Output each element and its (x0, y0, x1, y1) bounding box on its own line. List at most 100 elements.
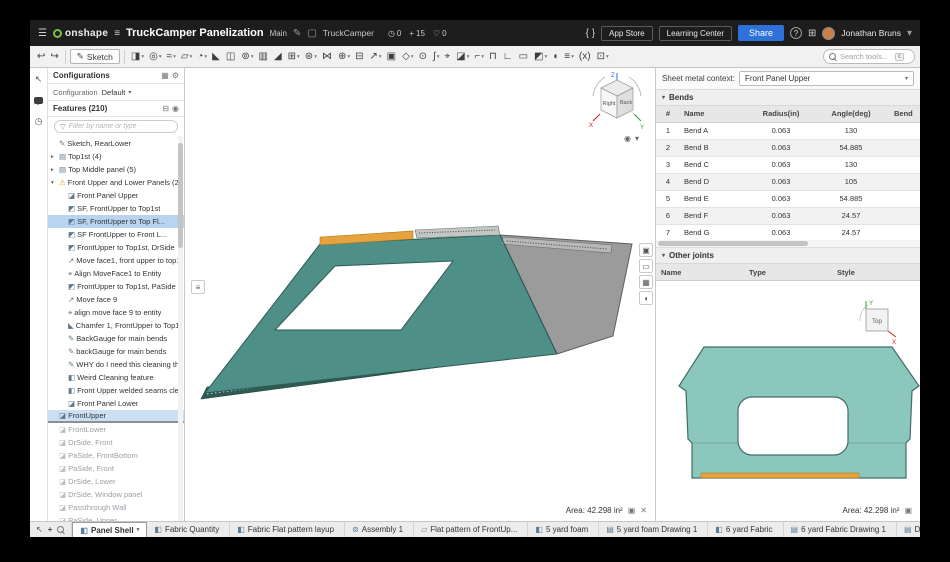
tool-button[interactable]: ⊛▾ (303, 51, 319, 63)
bend-angle[interactable]: 54.885 (812, 194, 890, 203)
document-tab[interactable]: ▤ Drawing 1 (897, 522, 920, 537)
apps-grid-icon[interactable]: ⊞ (808, 28, 816, 39)
configurations-gear-icon[interactable]: ⚙ (172, 71, 179, 80)
history-icon[interactable]: ◷ (35, 116, 43, 127)
tool-button[interactable]: ⊙ (417, 51, 430, 63)
feature-tree-item[interactable]: ◪ PaSide, Front (48, 462, 184, 475)
tool-button[interactable]: ⊞▾ (286, 51, 302, 63)
feature-tree-item[interactable]: ◪ PaSide, Upper (48, 514, 184, 521)
tool-button[interactable]: ▱▾ (179, 51, 194, 63)
document-menu-icon[interactable]: ≡ (114, 28, 120, 39)
feature-tree-item[interactable]: ▾ ⚠ Front Upper and Lower Panels (26) (48, 176, 184, 189)
feature-tree-item[interactable]: ◧ Weird Cleaning feature (48, 371, 184, 384)
sheet-metal-view-toggle[interactable]: ▣ (639, 243, 653, 257)
bend-row[interactable]: 4 Bend D 0.063 105 (656, 174, 920, 191)
bend-row[interactable]: 1 Bend A 0.063 130 (656, 123, 920, 140)
feature-tree-item[interactable]: ◪ DrSide, Window panel (48, 488, 184, 501)
bend-angle[interactable]: 105 (812, 177, 890, 186)
flat-pattern-viewport[interactable]: Top Y X Area: 42.298 in² ▣ (656, 281, 920, 521)
tool-button[interactable]: ▥ (256, 51, 270, 63)
tool-caret-icon[interactable]: ▾ (379, 54, 382, 60)
feature-tree-item[interactable]: ◪ Front Panel Lower (48, 397, 184, 410)
comments-icon[interactable] (34, 97, 43, 104)
tab-search-icon[interactable] (57, 526, 65, 534)
feature-tree-item[interactable]: ◩ SF FrontUpper to Front L... ● (48, 228, 184, 241)
help-icon[interactable]: ? (790, 27, 802, 39)
stat-chip[interactable]: +15 (409, 29, 425, 38)
feature-tree-item[interactable]: ◩ FrontUpper to Top1st, DrSide (48, 241, 184, 254)
feature-tree-item[interactable]: ✎ Sketch, RearLower (48, 137, 184, 150)
tree-caret-icon[interactable]: ▾ (51, 180, 57, 186)
bend-angle[interactable]: 130 (812, 126, 890, 135)
user-name[interactable]: Jonathan Bruns (841, 28, 901, 38)
bend-angle[interactable]: 24.57 (812, 211, 890, 220)
document-tab[interactable]: ▱ Flat pattern of FrontUp... (414, 522, 528, 537)
tree-scrollbar-thumb[interactable] (178, 143, 183, 248)
tool-caret-icon[interactable]: ▾ (173, 54, 176, 60)
tool-button[interactable]: (x) (577, 51, 594, 63)
bend-row[interactable]: 7 Bend G 0.063 24.57 (656, 225, 920, 241)
tool-caret-icon[interactable]: ▾ (204, 54, 207, 60)
tool-button[interactable]: ◇▾ (400, 51, 415, 63)
feature-tree-item[interactable]: ◪ PaSide, FrontBottom (48, 449, 184, 462)
view-options-caret-icon[interactable]: ▾ (635, 134, 639, 143)
feature-tree-item[interactable]: ✎ backGauge for main bends (48, 345, 184, 358)
flat-view-cube[interactable]: Top Y X (858, 299, 898, 347)
onshape-logo[interactable]: onshape (53, 28, 108, 39)
feature-filter[interactable]: ▽ (54, 120, 178, 133)
select-mode-icon[interactable]: ↖ (35, 74, 43, 85)
tool-caret-icon[interactable]: ▾ (606, 54, 609, 60)
bend-radius[interactable]: 0.063 (750, 228, 812, 237)
tool-caret-icon[interactable]: ▾ (141, 54, 144, 60)
tool-button[interactable]: ⊟ (353, 51, 366, 63)
tool-button[interactable]: ⌐▾ (472, 51, 486, 63)
feature-tree-item[interactable]: ◪ Passthrough Wall (48, 501, 184, 514)
feature-tree-item[interactable]: ▸ ▤ Top Middle panel (5) (48, 163, 184, 176)
learning-center-button[interactable]: Learning Center (659, 26, 732, 41)
tool-button[interactable]: ▭ (517, 51, 531, 63)
configuration-select[interactable]: Default▾ (102, 88, 132, 97)
tool-button[interactable]: ≈▾ (165, 51, 178, 63)
bend-radius[interactable]: 0.063 (750, 126, 812, 135)
tool-caret-icon[interactable]: ▾ (190, 54, 193, 60)
edit-document-icon[interactable]: ✎ (293, 28, 301, 39)
features-options-icon[interactable]: ◉ (172, 104, 179, 113)
document-tab[interactable]: ⊚ Assembly 1 (345, 522, 414, 537)
feature-tree-item[interactable]: ◩ SF, FrontUpper to Top Fl... ● (48, 215, 184, 228)
bend-row[interactable]: 2 Bend B 0.063 54.885 (656, 140, 920, 157)
tool-search-input[interactable] (840, 52, 892, 61)
app-store-button[interactable]: App Store (601, 26, 653, 41)
tool-caret-icon[interactable]: ▾ (571, 54, 574, 60)
feature-tree-item[interactable]: ◪ FrontLower (48, 423, 184, 436)
tool-button[interactable]: ≡▾ (562, 51, 576, 63)
feature-tree-item[interactable]: ⌖ align move face 9 to entity (48, 306, 184, 319)
bend-radius[interactable]: 0.063 (750, 160, 812, 169)
feature-tree-item[interactable]: ▸ ▤ Top1st (4) (48, 150, 184, 163)
tool-button[interactable]: ◔▾ (195, 51, 209, 63)
user-menu-caret-icon[interactable]: ▾ (907, 28, 912, 39)
bend-radius[interactable]: 0.063 (750, 211, 812, 220)
tool-caret-icon[interactable]: ▾ (314, 54, 317, 60)
feature-filter-input[interactable] (69, 123, 172, 130)
feature-tree-item[interactable]: ↗ Move face1, front upper to top1s... (48, 254, 184, 267)
tool-caret-icon[interactable]: ▾ (347, 54, 350, 60)
tool-button[interactable]: ◨▾ (129, 51, 146, 63)
model-3d[interactable] (185, 68, 655, 521)
sketch-button[interactable]: ✎Sketch (70, 49, 120, 64)
api-icon[interactable]: { } (586, 28, 595, 39)
bend-angle[interactable]: 24.57 (812, 228, 890, 237)
document-tab[interactable]: ◧ Fabric Flat pattern layup (230, 522, 345, 537)
measure-tools-icon[interactable]: ≡ (191, 280, 205, 294)
main-menu-icon[interactable]: ☰ (38, 28, 47, 39)
workspace-name[interactable]: Main (270, 29, 287, 38)
feature-tree-item[interactable]: ◩ FrontUpper to Top1st, PaSide (48, 280, 184, 293)
section-view-toggle[interactable]: ◖ (639, 291, 653, 305)
tool-button[interactable]: ∟ (501, 51, 516, 63)
tool-button[interactable]: ▣ (385, 51, 399, 63)
feature-tree-item[interactable]: ◪ DrSide, Lower (48, 475, 184, 488)
tool-button[interactable]: ⊓ (487, 51, 500, 63)
bends-hscrollbar[interactable] (656, 240, 920, 248)
tree-caret-icon[interactable]: ▸ (51, 167, 57, 173)
bend-row[interactable]: 3 Bend C 0.063 130 (656, 157, 920, 174)
tool-caret-icon[interactable]: ▾ (297, 54, 300, 60)
